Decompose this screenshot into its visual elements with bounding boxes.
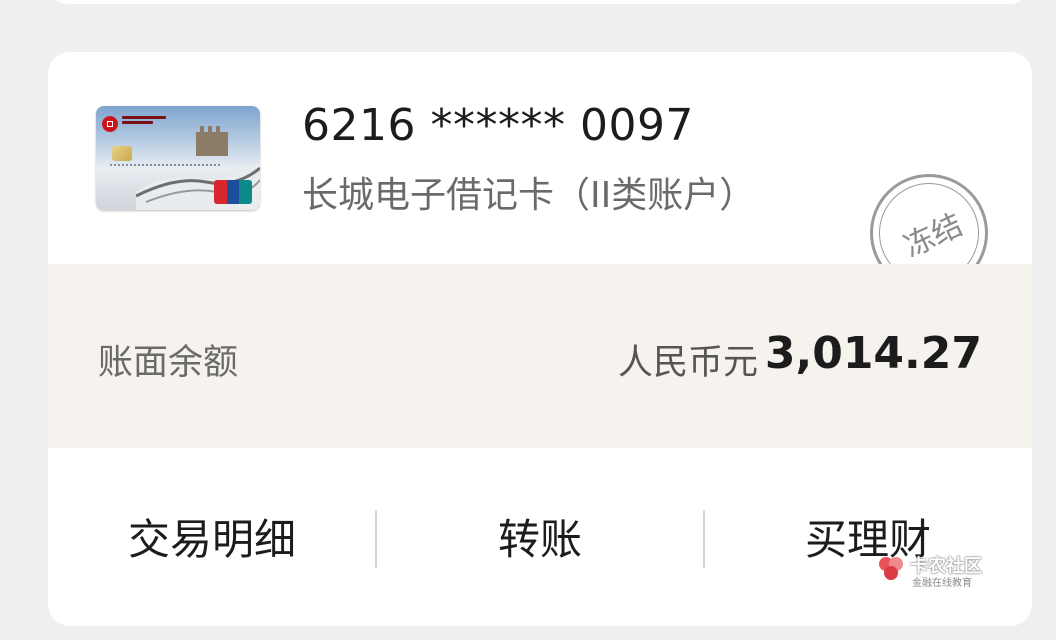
- watermark-subtitle: 金融在线教育: [912, 578, 972, 589]
- balance-label: 账面余额: [98, 343, 239, 383]
- balance-amount: 3,014.27: [764, 328, 982, 379]
- stamp-text: 冻结: [898, 207, 969, 265]
- card-type: 长城电子借记卡（II类账户）: [302, 175, 756, 216]
- action-bar: 交易明细 转账 买理财: [48, 448, 1032, 626]
- bank-name-logo: [122, 116, 166, 126]
- unionpay-icon: [214, 180, 252, 204]
- transaction-details-button[interactable]: 交易明细: [48, 506, 376, 567]
- previous-account-card: [48, 0, 1030, 4]
- account-card: 6216 ****** 0097 长城电子借记卡（II类账户） 冻结 账面余额 …: [48, 52, 1032, 626]
- bank-card-image: [96, 106, 260, 210]
- balance-section: 账面余额 人民币元 3,014.27: [48, 264, 1032, 448]
- bank-logo-icon: [102, 116, 118, 132]
- watermark: 卡农社区 金融在线教育: [876, 552, 1006, 589]
- transfer-button[interactable]: 转账: [376, 506, 704, 567]
- chip-icon: [112, 146, 132, 161]
- card-number: 6216 ****** 0097: [302, 100, 694, 151]
- currency-label: 人民币元: [617, 343, 758, 383]
- card-embossed-number: [110, 164, 220, 172]
- watermark-logo-icon: [879, 557, 903, 580]
